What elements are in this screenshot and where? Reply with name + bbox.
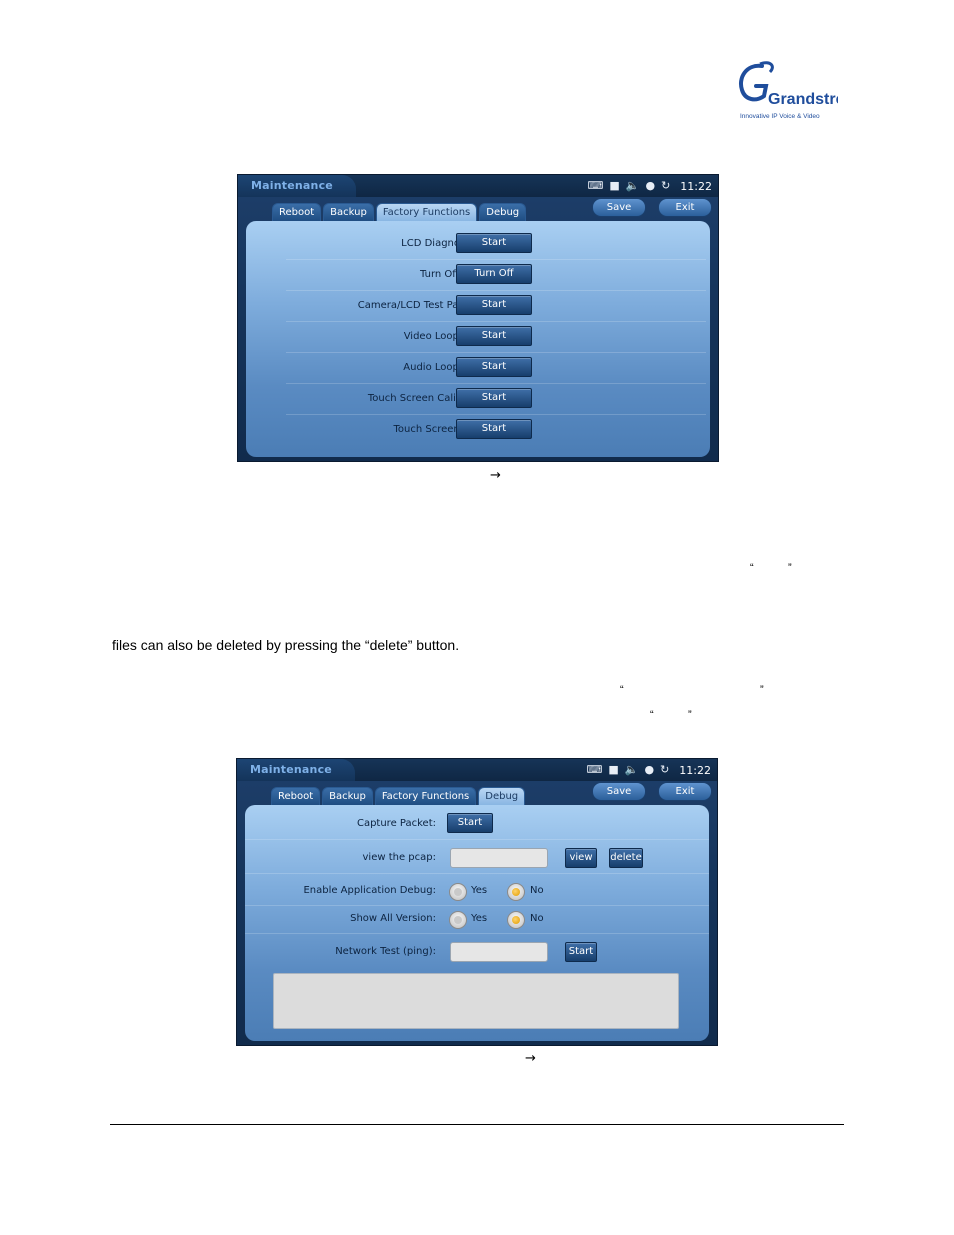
tab-bar: Reboot Backup Factory Functions Debug [272,203,527,221]
row-view-pcap: view the pcap: view delete [245,843,709,874]
pcap-field[interactable] [450,848,548,868]
camera-icon: ■ [609,179,620,192]
tab-debug[interactable]: Debug [479,203,527,221]
row-app-debug: Enable Application Debug: Yes No [245,877,709,906]
row-touch-calibrate: Touch Screen Calibrate: Start [286,384,706,415]
tab-factory-functions[interactable]: Factory Functions [374,787,477,805]
tab-backup[interactable]: Backup [322,787,373,805]
open-quote-2: “ [620,684,624,696]
clock: 11:22 [679,763,711,777]
row-touch-test: Touch Screen Test: Start [286,415,706,445]
turn-off-lcd-button[interactable]: Turn Off [456,264,532,284]
camera-icon: ■ [608,763,619,776]
caption-arrow-1: → [490,468,501,483]
audio-loopback-start-button[interactable]: Start [456,357,532,377]
close-quote-1: ” [788,562,792,574]
save-button[interactable]: Save [592,782,646,801]
content-panel: Capture Packet: Start view the pcap: vie… [245,805,709,1041]
tab-reboot[interactable]: Reboot [271,787,321,805]
footer-rule [110,1124,844,1125]
ping-start-button[interactable]: Start [565,942,597,962]
show-version-label: Show All Version: [350,913,436,924]
status-bar: ⌨ ■ 🔈 ● ↻ 11:22 [586,762,711,778]
row-video-loopback: Video Loopback: Start [286,322,706,353]
video-loopback-start-button[interactable]: Start [456,326,532,346]
tab-bar: Reboot Backup Factory Functions Debug [271,787,526,805]
row-show-version: Show All Version: Yes No [245,905,709,934]
capture-packet-label: Capture Packet: [356,818,436,829]
row-network-test: Network Test (ping): Start [245,935,709,969]
content-panel: LCD Diagnostics: Start Turn Off LCD: Tur… [246,221,710,457]
speaker-icon: 🔈 [625,179,640,192]
lightbulb-icon: ● [644,763,655,776]
row-camera-lcd-test: Camera/LCD Test Pattern: Start [286,291,706,322]
speaker-icon: 🔈 [624,763,639,776]
clock: 11:22 [680,179,712,193]
grandstream-logo: Grandstream Innovative IP Voice & Video [736,60,838,122]
show-version-no-label: No [530,913,544,924]
capture-start-button[interactable]: Start [447,813,493,833]
tab-factory-functions[interactable]: Factory Functions [375,203,478,221]
show-version-yes-radio[interactable] [449,911,467,929]
view-button[interactable]: view [565,848,597,868]
sync-icon: ↻ [661,179,671,192]
view-pcap-label: view the pcap: [362,852,437,863]
tab-backup[interactable]: Backup [323,203,374,221]
title-bar: Maintenance ⌨ ■ 🔈 ● ↻ 11:22 [237,759,717,781]
app-debug-yes-radio[interactable] [449,883,467,901]
app-debug-yes-label: Yes [471,885,488,896]
tab-debug[interactable]: Debug [478,787,526,805]
body-paragraph: files can also be deleted by pressing th… [112,637,460,653]
app-title: Maintenance [250,763,332,776]
tab-reboot[interactable]: Reboot [272,203,322,221]
logo-tagline: Innovative IP Voice & Video [740,113,820,120]
app-debug-no-label: No [530,885,544,896]
app-title: Maintenance [251,179,333,192]
app-debug-no-radio[interactable] [507,883,525,901]
ping-field[interactable] [450,942,548,962]
save-button[interactable]: Save [592,198,646,217]
title-bar: Maintenance ⌨ ■ 🔈 ● ↻ 11:22 [238,175,718,197]
app-debug-label: Enable Application Debug: [303,885,436,896]
keyboard-icon: ⌨ [586,763,603,776]
close-quote-3: ” [688,709,692,721]
close-quote-2: ” [760,684,764,696]
caption-arrow-2: → [525,1051,536,1066]
open-quote-3: “ [650,709,654,721]
lcd-diagnostics-start-button[interactable]: Start [456,233,532,253]
debug-screenshot: Maintenance ⌨ ■ 🔈 ● ↻ 11:22 Reboot Backu… [236,758,718,1046]
exit-button[interactable]: Exit [658,198,712,217]
touch-calibrate-start-button[interactable]: Start [456,388,532,408]
row-turn-off-lcd: Turn Off LCD: Turn Off [286,260,706,291]
delete-button[interactable]: delete [609,848,643,868]
open-quote-1: “ [750,562,754,574]
network-test-label: Network Test (ping): [335,946,436,957]
row-audio-loopback: Audio Loopback: Start [286,353,706,384]
show-version-no-radio[interactable] [507,911,525,929]
row-lcd-diagnostics: LCD Diagnostics: Start [286,229,706,260]
show-version-yes-label: Yes [471,913,488,924]
factory-functions-screenshot: Maintenance ⌨ ■ 🔈 ● ↻ 11:22 Reboot Backu… [237,174,719,462]
logo-brand: Grandstream [768,91,838,108]
camera-lcd-test-start-button[interactable]: Start [456,295,532,315]
keyboard-icon: ⌨ [587,179,604,192]
row-capture-packet: Capture Packet: Start [245,809,709,840]
touch-test-start-button[interactable]: Start [456,419,532,439]
output-box [273,973,679,1029]
sync-icon: ↻ [660,763,670,776]
lightbulb-icon: ● [645,179,656,192]
exit-button[interactable]: Exit [658,782,712,801]
status-bar: ⌨ ■ 🔈 ● ↻ 11:22 [587,178,712,194]
